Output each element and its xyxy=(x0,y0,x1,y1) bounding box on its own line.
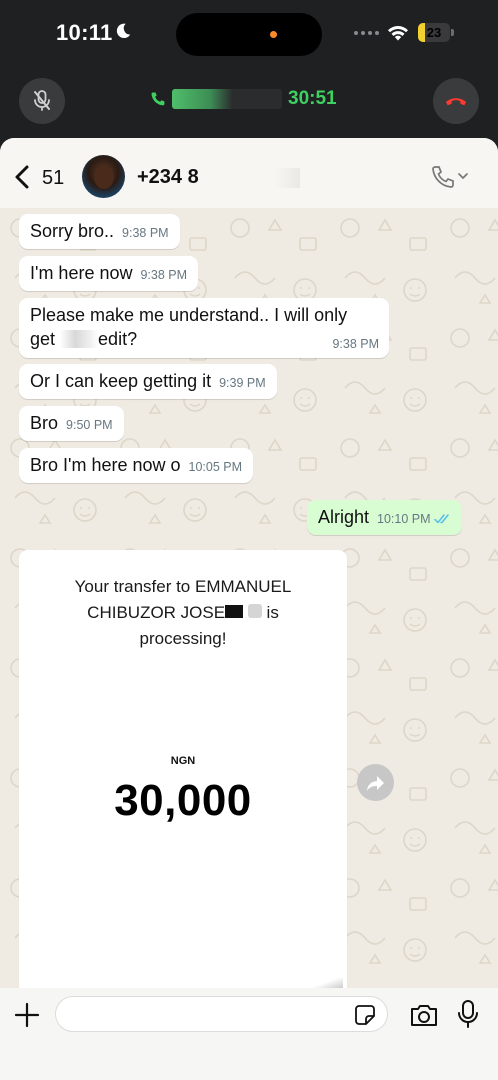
wifi-icon xyxy=(388,25,408,41)
microphone-icon[interactable] xyxy=(457,999,479,1029)
message-time: 10:10 PM xyxy=(377,512,431,526)
message-time: 10:05 PM xyxy=(188,460,243,474)
message-text: Bro I'm here now o xyxy=(30,455,181,475)
chat-screen: 51 +234 8 Sorry bro.. 9:38 PM I'm here n… xyxy=(0,138,498,1080)
forward-button[interactable] xyxy=(357,764,394,801)
privacy-indicator-dot xyxy=(270,31,277,38)
message-text: Alright xyxy=(318,507,370,527)
redacted-name-part xyxy=(247,604,262,618)
battery-percent: 23 xyxy=(426,25,442,40)
voice-call-menu-icon[interactable] xyxy=(430,162,470,190)
redacted-contact-name xyxy=(172,89,282,109)
sticker-icon[interactable] xyxy=(354,1004,376,1026)
message-time: 9:39 PM xyxy=(219,376,266,390)
message-time: 9:50 PM xyxy=(66,418,113,432)
redacted-word xyxy=(60,330,99,348)
battery-icon: 23 xyxy=(418,23,450,42)
message-text-line1: Please make me understand.. I will only xyxy=(30,305,348,325)
redacted-name-part xyxy=(225,605,244,618)
outgoing-message-bubble[interactable]: Alright 10:10 PM xyxy=(307,500,462,535)
focus-moon-icon xyxy=(116,23,131,39)
receipt-amount: 30,000 xyxy=(114,776,252,825)
message-time: 9:38 PM xyxy=(140,268,188,282)
phone-icon xyxy=(151,92,165,106)
contact-name[interactable]: +234 8 xyxy=(137,166,199,189)
message-text-line2: get edit? xyxy=(30,329,138,349)
receipt-currency: NGN xyxy=(170,755,196,767)
message-bubble[interactable]: I'm here now 9:38 PM xyxy=(19,256,199,291)
message-bubble[interactable]: Or I can keep getting it 9:39 PM xyxy=(19,364,277,399)
message-time: 9:38 PM xyxy=(122,226,169,240)
end-call-button[interactable] xyxy=(433,78,479,124)
camera-icon[interactable] xyxy=(409,1002,439,1028)
end-call-icon xyxy=(446,98,466,106)
read-receipt-ticks-icon xyxy=(433,514,449,524)
chat-wallpaper: Sorry bro.. 9:38 PM I'm here now 9:38 PM P… xyxy=(0,208,498,998)
ongoing-call-banner[interactable]: 30:51 xyxy=(150,88,337,110)
message-bubble[interactable]: Sorry bro.. 9:38 PM xyxy=(19,214,180,249)
contact-avatar[interactable] xyxy=(82,155,125,198)
status-time: 10:11 xyxy=(56,20,113,45)
back-chevron-icon[interactable] xyxy=(12,164,34,190)
cellular-signal-icon xyxy=(354,31,379,35)
message-text: Sorry bro.. xyxy=(30,221,115,241)
message-text: Or I can keep getting it xyxy=(30,371,212,391)
transfer-receipt-image[interactable]: Your transfer to EMMANUEL CHIBUZOR JOSE … xyxy=(19,550,347,998)
chat-header: 51 +234 8 xyxy=(0,138,498,208)
plus-icon[interactable] xyxy=(14,1002,40,1028)
message-composer xyxy=(0,988,498,1080)
mute-button[interactable] xyxy=(19,78,65,124)
message-time: 9:38 PM xyxy=(332,337,379,351)
dynamic-island xyxy=(176,13,322,56)
unread-count[interactable]: 51 xyxy=(42,167,64,190)
forward-arrow-icon xyxy=(366,775,384,791)
message-text: Bro xyxy=(30,413,59,433)
mic-off-icon xyxy=(34,90,50,111)
message-bubble[interactable]: Please make me understand.. I will only … xyxy=(19,298,389,358)
message-text: I'm here now xyxy=(30,263,133,283)
status-and-call-area: 10:11 23 30:51 xyxy=(0,0,498,150)
message-bubble[interactable]: Bro 9:50 PM xyxy=(19,406,124,441)
redacted-contact-digits xyxy=(200,168,300,188)
message-input[interactable] xyxy=(55,996,388,1032)
message-bubble[interactable]: Bro I'm here now o 10:05 PM xyxy=(19,448,254,483)
battery-tip xyxy=(451,29,454,36)
receipt-headline: Your transfer to EMMANUEL CHIBUZOR JOSE … xyxy=(74,577,292,648)
call-duration: 30:51 xyxy=(288,88,337,109)
